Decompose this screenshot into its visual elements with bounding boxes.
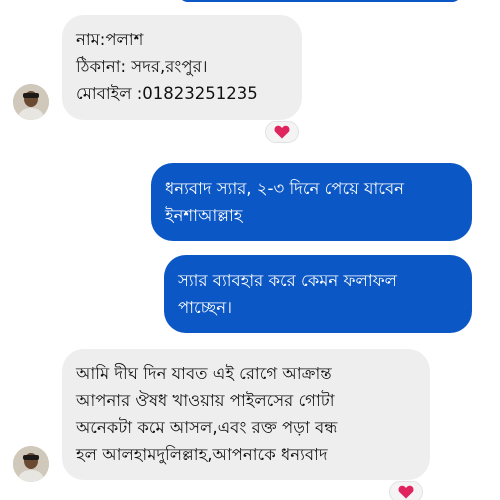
incoming-message[interactable]: নাম:পলাশ ঠিকানা: সদর,রংপুর। মোবাইল :0182… [62,15,302,120]
previous-message-edge [178,0,462,2]
message-line: আমি দীঘ দিন যাবত এই রোগে আক্রান্ত [76,364,332,383]
heart-reaction[interactable] [389,481,423,500]
message-line: ঠিকানা: সদর,রংপুর। [76,57,208,76]
message-line: হল আলহামদুলিল্লাহ,আপনাকে ধন্যবাদ [76,445,328,464]
message-line: নাম:পলাশ [76,30,144,49]
message-line: ধন্যবাদ স্যার, ২-৩ দিনে পেয়ে যাবেন [165,179,405,198]
message-line: আপনার ঔষধ খাওয়ায় পাইলসের গোটা [76,391,335,410]
heart-icon [274,125,290,139]
message-line: মোবাইল :01823251235 [76,84,258,103]
message-line: স্যার ব্যাবহার করে কেমন ফলাফল [178,271,397,290]
message-line: অনেকটা কমে আসল,এবং রক্ত পড়া বন্ধ [76,418,338,437]
avatar[interactable] [13,446,49,482]
incoming-message[interactable]: আমি দীঘ দিন যাবত এই রোগে আক্রান্ত আপনার … [62,349,430,480]
message-line: ইনশাআল্লাহ [165,206,243,225]
message-line: পাচ্ছেন। [178,298,232,317]
avatar[interactable] [13,84,49,120]
outgoing-message[interactable]: ধন্যবাদ স্যার, ২-৩ দিনে পেয়ে যাবেন ইনশা… [151,163,472,241]
heart-reaction[interactable] [265,121,299,143]
heart-icon [398,485,414,499]
chat-thread: নাম:পলাশ ঠিকানা: সদর,রংপুর। মোবাইল :0182… [0,0,500,500]
outgoing-message[interactable]: স্যার ব্যাবহার করে কেমন ফলাফল পাচ্ছেন। [164,255,472,333]
